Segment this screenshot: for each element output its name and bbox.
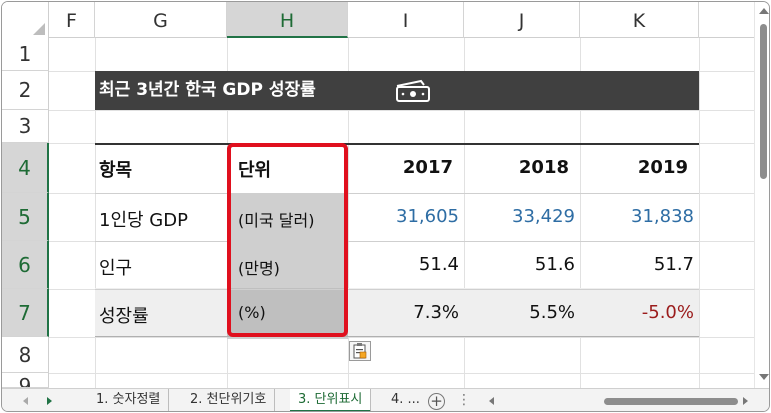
- cell-population-label[interactable]: 인구: [99, 254, 132, 280]
- header-2018[interactable]: 2018: [459, 157, 569, 178]
- row-header-1[interactable]: 1: [2, 38, 49, 71]
- cell-gdp-2018[interactable]: 33,429: [465, 206, 575, 227]
- scroll-right-arrow-icon[interactable]: [743, 397, 748, 405]
- header-item[interactable]: 항목: [99, 156, 132, 182]
- previous-sheet-arrow-icon[interactable]: [23, 397, 28, 405]
- row-header-5[interactable]: 5: [2, 193, 49, 241]
- row-header-8[interactable]: 8: [2, 337, 49, 373]
- column-header-bar: F G H I J K: [2, 2, 754, 38]
- row-header-9[interactable]: 9: [2, 373, 49, 388]
- scroll-up-arrow-icon[interactable]: [759, 8, 769, 14]
- money-bill-icon: [396, 79, 430, 102]
- tab-options-icon[interactable]: ⋮: [457, 392, 471, 408]
- cell-gdp-2017[interactable]: 31,605: [349, 206, 459, 227]
- cell-population-2019[interactable]: 51.7: [584, 254, 694, 275]
- column-header-g[interactable]: G: [95, 2, 227, 38]
- title-text: 최근 3년간 한국 GDP 성장률: [99, 80, 316, 100]
- cell-grid[interactable]: 최근 3년간 한국 GDP 성장률 항목 단위 2017 2018 2019 1…: [49, 38, 754, 388]
- cell-gdp-label[interactable]: 1인당 GDP: [99, 206, 188, 232]
- row-header-3[interactable]: 3: [2, 110, 49, 143]
- tab-more-sheets[interactable]: 4. ...: [383, 389, 428, 411]
- tab-number-align[interactable]: 1. 숫자정렬: [88, 389, 170, 411]
- next-sheet-arrow-icon[interactable]: [47, 397, 52, 405]
- header-2017[interactable]: 2017: [343, 157, 453, 178]
- cell-gdp-2019[interactable]: 31,838: [584, 206, 694, 227]
- row-header-4[interactable]: 4: [2, 143, 49, 193]
- scroll-left-arrow-icon[interactable]: [489, 397, 494, 405]
- tab-unit-display[interactable]: 3. 단위표시: [290, 389, 372, 411]
- row-header-7[interactable]: 7: [2, 289, 49, 337]
- vertical-scrollbar[interactable]: [754, 2, 769, 388]
- column-header-f[interactable]: F: [49, 2, 95, 38]
- header-2019[interactable]: 2019: [578, 157, 688, 178]
- cell-growth-2019[interactable]: -5.0%: [584, 302, 694, 323]
- cell-growth-2018[interactable]: 5.5%: [465, 302, 575, 323]
- cell-population-2018[interactable]: 51.6: [465, 254, 575, 275]
- column-header-h[interactable]: H: [227, 2, 348, 38]
- add-sheet-button[interactable]: +: [428, 393, 445, 410]
- unit-column-highlight: [227, 143, 348, 337]
- column-header-j[interactable]: J: [464, 2, 580, 38]
- vertical-scroll-thumb[interactable]: [760, 24, 767, 179]
- sheet-tab-bar: 1. 숫자정렬 2. 천단위기호 3. 단위표시 4. ... + ⋮: [2, 388, 769, 411]
- row-header-6[interactable]: 6: [2, 241, 49, 289]
- scroll-down-arrow-icon[interactable]: [759, 374, 769, 380]
- title-banner[interactable]: 최근 3년간 한국 GDP 성장률: [95, 71, 699, 110]
- cell-growth-label[interactable]: 성장률: [99, 302, 149, 328]
- column-header-k[interactable]: K: [580, 2, 699, 38]
- tab-thousand-separator[interactable]: 2. 천단위기호: [182, 389, 276, 411]
- paste-options-icon[interactable]: [349, 341, 371, 361]
- horizontal-scroll-thumb[interactable]: [604, 398, 738, 405]
- cell-population-2017[interactable]: 51.4: [349, 254, 459, 275]
- table-top-border: [95, 143, 699, 145]
- spreadsheet-window: F G H I J K 1 2 3 4 5 6 7 8 9 최근 3년간 한국 …: [1, 1, 770, 412]
- row-header-2[interactable]: 2: [2, 71, 49, 110]
- cell-growth-2017[interactable]: 7.3%: [349, 302, 459, 323]
- select-all-corner[interactable]: [2, 2, 49, 38]
- column-header-i[interactable]: I: [348, 2, 464, 38]
